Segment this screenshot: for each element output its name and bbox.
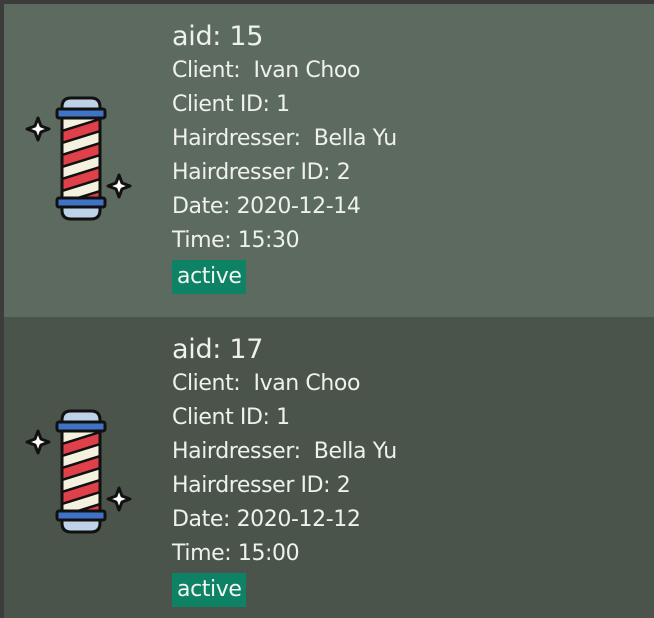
appointment-date: Date: 2020-12-12	[172, 507, 361, 532]
hairdresser-id: Hairdresser ID: 2	[172, 160, 351, 185]
hairdresser-name: Hairdresser: Bella Yu	[172, 126, 397, 151]
hairdresser-name: Hairdresser: Bella Yu	[172, 439, 397, 464]
appointment-id: aid: 17	[172, 334, 264, 365]
appointment-list-window: aid: 15 Client: Ivan Choo Client ID: 1 H…	[0, 0, 654, 618]
appointment-card[interactable]: aid: 15 Client: Ivan Choo Client ID: 1 H…	[4, 4, 654, 317]
status-badge: active	[172, 260, 247, 294]
client-name: Client: Ivan Choo	[172, 371, 361, 396]
appointment-details: aid: 17 Client: Ivan Choo Client ID: 1 H…	[172, 333, 397, 607]
barber-pole-icon	[22, 401, 134, 537]
client-name: Client: Ivan Choo	[172, 58, 361, 83]
hairdresser-id: Hairdresser ID: 2	[172, 473, 351, 498]
appointment-id: aid: 15	[172, 21, 264, 52]
client-id: Client ID: 1	[172, 405, 290, 430]
status-badge: active	[172, 573, 247, 607]
appointment-date: Date: 2020-12-14	[172, 194, 361, 219]
appointment-time: Time: 15:00	[172, 541, 300, 566]
appointment-time: Time: 15:30	[172, 228, 300, 253]
appointment-details: aid: 15 Client: Ivan Choo Client ID: 1 H…	[172, 20, 397, 294]
appointment-list[interactable]: aid: 15 Client: Ivan Choo Client ID: 1 H…	[4, 4, 654, 618]
appointment-card[interactable]: aid: 17 Client: Ivan Choo Client ID: 1 H…	[4, 317, 654, 618]
barber-pole-icon	[22, 88, 134, 224]
client-id: Client ID: 1	[172, 92, 290, 117]
